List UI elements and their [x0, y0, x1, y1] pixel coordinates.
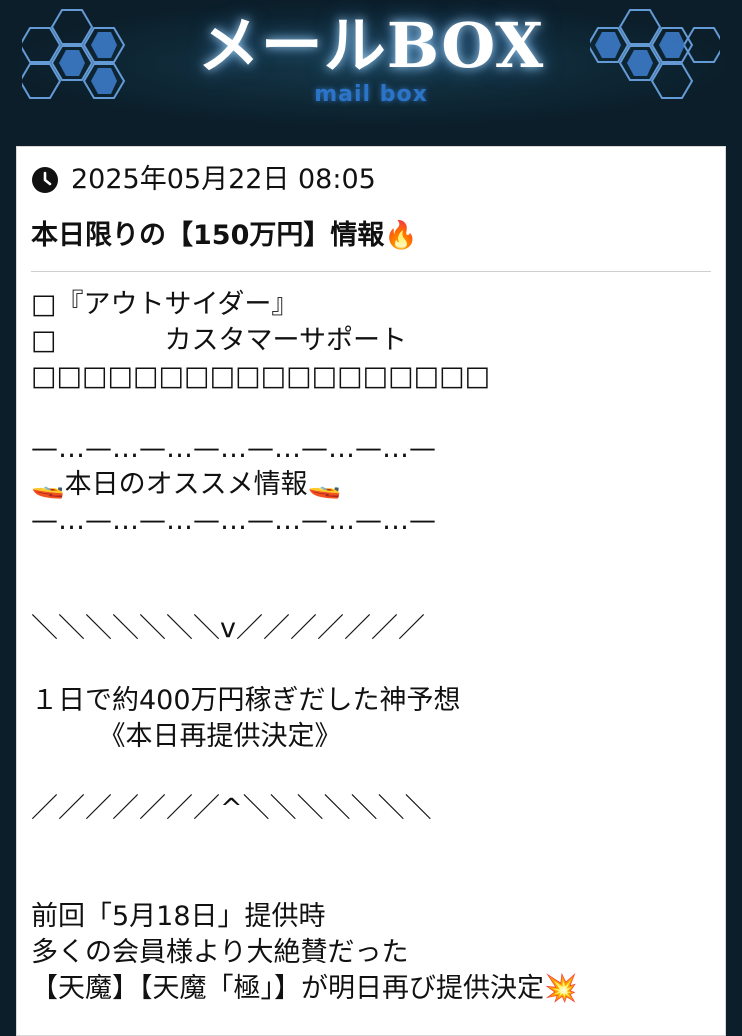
body-line [31, 395, 711, 431]
body-line: 【天魔】【天魔「極」】が明日再び提供決定💥 [31, 973, 578, 1004]
message-body: □『アウトサイダー』 □ カスタマーサポート □□□□□□□□□□□□□□□□□… [31, 287, 711, 1007]
body-line: □ カスタマーサポート [31, 325, 407, 356]
body-line: ＼＼＼＼＼＼＼v／／／／／／／ [31, 613, 425, 644]
body-line: 前回「5月18日」提供時 [31, 901, 326, 932]
body-line [31, 647, 711, 683]
body-line: 《本日再提供決定》 [31, 721, 342, 752]
message-card: 2025年05月22日 08:05 本日限りの【150万円】情報🔥 □『アウトサ… [16, 146, 726, 1036]
body-line: １日で約400万円稼ぎだした神予想 [31, 685, 461, 716]
body-line: □□□□□□□□□□□□□□□□□□ [31, 361, 491, 392]
body-line: 多くの会員様より大絶賛だった [31, 937, 409, 968]
hexagon-decoration-icon [590, 9, 720, 99]
body-line: ／／／／／／／^＼＼＼＼＼＼＼ [31, 793, 432, 824]
body-line [31, 755, 711, 791]
body-line [31, 827, 711, 863]
body-line [31, 863, 711, 899]
body-line [31, 575, 711, 611]
subject-divider [31, 271, 711, 272]
message-timestamp: 2025年05月22日 08:05 [71, 164, 376, 195]
app-header: メールBOX mail box [0, 0, 742, 128]
body-line: 🚤本日のオススメ情報🚤 [31, 469, 342, 500]
clock-icon [32, 167, 58, 193]
message-subject: 本日限りの【150万円】情報🔥 [31, 220, 418, 251]
body-line: —…—…—…—…—…—…—…— [31, 433, 436, 464]
body-line [31, 539, 711, 575]
body-line: —…—…—…—…—…—…—…— [31, 505, 436, 536]
message-meta: 2025年05月22日 08:05 [31, 163, 376, 197]
body-line: □『アウトサイダー』 [31, 289, 299, 320]
